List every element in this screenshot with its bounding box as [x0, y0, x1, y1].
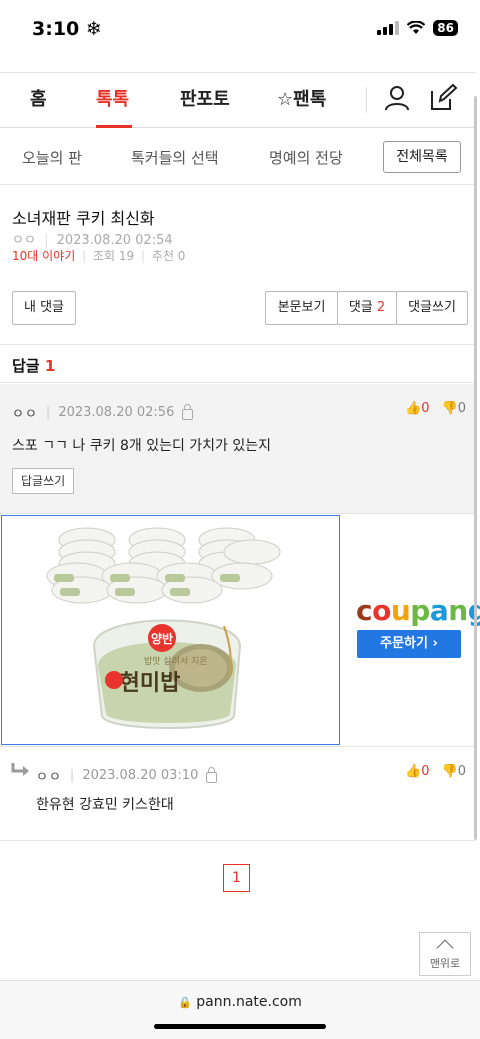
post-title: 소녀재판 쿠키 최신화 [12, 209, 155, 228]
comment-meta: ㅇㅇ | 2023.08.20 02:56 [12, 403, 194, 422]
product-name: 현미밥 [120, 671, 181, 696]
thumbs-up-icon[interactable]: 👍0 [405, 401, 429, 416]
lock-icon [206, 766, 218, 783]
replies-label: 답글 [12, 357, 40, 375]
nav-divider [366, 87, 367, 113]
lock-icon [182, 403, 194, 420]
sub-nav: 오늘의 판 톡커들의 선택 명예의 전당 전체목록 [0, 129, 476, 185]
ad-banner[interactable]: 양반 밥맛 살려서 지은 현미밥 coupang coupang 주문하기 › [0, 514, 480, 746]
comment-item: ㅇㅇ | 2023.08.20 02:56 👍0 👎0 스포 ㄱㄱ 나 쿠키 8… [0, 384, 476, 514]
write-icon[interactable] [428, 83, 458, 113]
top-nav: 홈 톡톡 판포토 ☆팬톡 [0, 72, 476, 128]
subnav-hall-of-fame[interactable]: 명예의 전당 [269, 147, 343, 168]
battery-indicator: 86 [433, 20, 458, 36]
ad-product-image[interactable]: 양반 밥맛 살려서 지은 현미밥 [1, 515, 340, 745]
comment-votes: 👍0 👎0 [405, 401, 466, 416]
write-comment-button[interactable]: 댓글쓰기 [396, 291, 468, 325]
user-icon[interactable] [382, 83, 412, 113]
comment-date: 2023.08.20 02:56 [58, 405, 175, 420]
rice-product-illustration: 양반 밥맛 살려서 지은 현미밥 [46, 527, 281, 729]
chevron-up-icon [436, 939, 454, 957]
scroll-top-button[interactable]: 맨위로 [419, 932, 471, 976]
nav-toktok[interactable]: 톡톡 [96, 85, 129, 111]
post-category[interactable]: 10대 이야기 [12, 249, 75, 263]
post-header: 소녀재판 쿠키 최신화 ㅇㅇ | 2023.08.20 02:54 10대 이야… [0, 185, 476, 345]
post-views: 조회 19 [92, 249, 135, 263]
reply-text: 한유현 강효민 키스한대 [36, 797, 174, 813]
scrollbar[interactable] [474, 96, 477, 840]
status-icons: 86 [377, 20, 458, 36]
my-comments-button[interactable]: 내 댓글 [12, 291, 76, 325]
product-brand: 양반 [151, 631, 173, 646]
coupang-logo[interactable]: coupang coupang [356, 594, 480, 627]
divider [0, 840, 476, 841]
wifi-icon [407, 21, 426, 34]
post-stats: 10대 이야기 | 조회 19 | 추천 0 [12, 249, 186, 263]
nav-active-underline [96, 125, 132, 128]
nav-fan-talk[interactable]: ☆팬톡 [277, 85, 326, 111]
thumbs-down-icon[interactable]: 👎0 [442, 764, 466, 779]
subnav-today[interactable]: 오늘의 판 [22, 147, 82, 168]
all-list-button[interactable]: 전체목록 [383, 141, 461, 173]
reply-author: ㅇㅇ [36, 770, 62, 785]
thumbs-up-icon[interactable]: 👍0 [405, 764, 429, 779]
lock-icon: 🔒 [178, 996, 192, 1009]
comments-button[interactable]: 댓글 2 [337, 291, 397, 325]
nav-home[interactable]: 홈 [30, 85, 47, 111]
comment-author: ㅇㅇ [12, 407, 38, 422]
post-meta: ㅇㅇ | 2023.08.20 02:54 [12, 233, 173, 248]
browser-url-bar[interactable]: 🔒 pann.nate.com [0, 980, 480, 1039]
nav-pan-photo[interactable]: 판포토 [180, 85, 230, 111]
reply-meta: ㅇㅇ | 2023.08.20 03:10 [36, 766, 218, 785]
reply-arrow-icon [11, 763, 29, 776]
post-recommends: 추천 0 [151, 249, 186, 263]
home-indicator [154, 1024, 326, 1029]
view-post-button[interactable]: 본문보기 [265, 291, 338, 325]
replies-heading: 답글 1 [0, 345, 476, 383]
post-date: 2023.08.20 02:54 [56, 233, 173, 248]
write-reply-button[interactable]: 답글쓰기 [12, 468, 75, 494]
post-author: ㅇㅇ [12, 233, 36, 248]
status-bar: 3:10 ❄ 86 [0, 0, 480, 60]
thumbs-down-icon[interactable]: 👎0 [442, 401, 466, 416]
page-1-button[interactable]: 1 [223, 864, 250, 892]
url-text[interactable]: 🔒 pann.nate.com [0, 994, 480, 1010]
comment-text: 스포 ㄱㄱ 나 쿠키 8개 있는디 가치가 있는지 [12, 438, 272, 454]
status-time: 3:10 ❄ [32, 18, 102, 40]
replies-count: 1 [44, 357, 56, 375]
reply-item: ㅇㅇ | 2023.08.20 03:10 👍0 👎0 한유현 강효민 키스한대 [0, 746, 476, 840]
reply-votes: 👍0 👎0 [405, 764, 466, 779]
reply-date: 2023.08.20 03:10 [82, 768, 199, 783]
product-tagline: 밥맛 살려서 지은 [144, 656, 208, 667]
subnav-talkers-choice[interactable]: 톡커들의 선택 [131, 147, 219, 168]
signal-icon [377, 21, 400, 35]
order-button[interactable]: 주문하기 › [357, 630, 461, 658]
